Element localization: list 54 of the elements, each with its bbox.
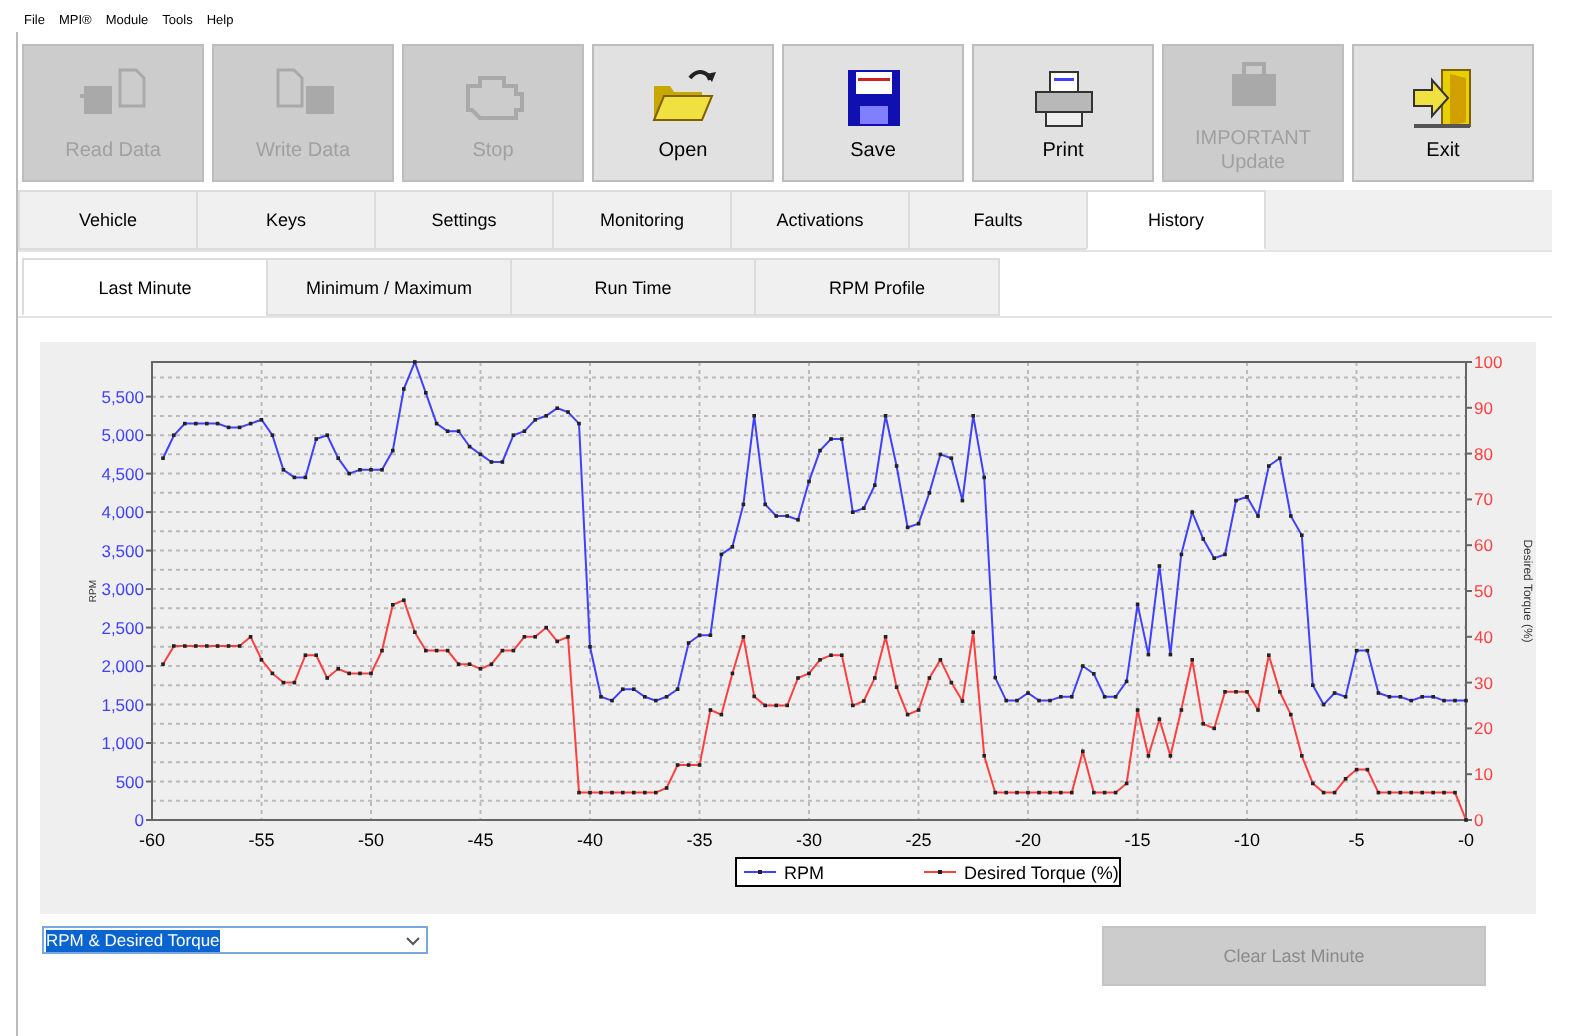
y-tick-label: 4,500 [101, 463, 144, 484]
x-tick-label: -5 [1348, 830, 1365, 850]
x-tick-label: -10 [1234, 830, 1260, 850]
y-tick-label: 2,500 [101, 617, 144, 638]
y-tick-label: 70 [1474, 489, 1493, 510]
toolbar-button[interactable]: Exit [1352, 44, 1534, 182]
y-tick-label: 2,000 [101, 656, 144, 677]
x-tick-label: -20 [1015, 830, 1041, 850]
tab[interactable]: Vehicle [18, 190, 198, 250]
toolbar-button[interactable]: Print [972, 44, 1154, 182]
x-tick-label: -15 [1124, 830, 1151, 850]
y-tick-label: 40 [1474, 626, 1493, 647]
y-tick-label: 90 [1474, 397, 1493, 418]
x-tick-label: -0 [1458, 830, 1474, 850]
y-tick-label: 5,500 [101, 386, 144, 407]
x-tick-label: -30 [796, 830, 822, 850]
x-tick-label: -25 [905, 830, 932, 850]
y-tick-label: 20 [1474, 718, 1493, 739]
tab[interactable]: Faults [908, 190, 1088, 250]
tab[interactable]: Settings [374, 190, 554, 250]
y-tick-label: 3,500 [101, 540, 144, 561]
tab[interactable]: Run Time [510, 258, 756, 316]
tab[interactable]: Activations [730, 190, 910, 250]
tab[interactable]: Keys [196, 190, 376, 250]
y-tick-label: 3,000 [101, 579, 144, 600]
y-tick-label: 50 [1474, 581, 1493, 601]
tab[interactable]: History [1086, 190, 1266, 250]
y-tick-label: 80 [1474, 443, 1493, 464]
y-tick-label: 0 [134, 810, 144, 830]
x-tick-label: -60 [139, 830, 165, 850]
y-tick-label: 5,000 [101, 425, 144, 446]
y-tick-label: 4,000 [101, 502, 144, 523]
y-tick-label: 0 [1474, 810, 1484, 830]
legend-label: Desired Torque (%) [964, 863, 1119, 883]
y-tick-label: 30 [1474, 672, 1493, 693]
x-tick-label: -55 [248, 830, 275, 850]
x-tick-label: -35 [686, 830, 713, 850]
y-tick-label: 1,000 [101, 733, 144, 754]
view-dropdown[interactable]: RPM & Desired Torque [42, 926, 428, 954]
toolbar-button[interactable]: Save [782, 44, 964, 182]
x-tick-label: -50 [358, 830, 384, 850]
x-tick-label: -45 [467, 830, 494, 850]
legend-label: RPM [784, 863, 824, 883]
y-tick-label: 60 [1474, 535, 1493, 556]
y-tick-label: 1,500 [101, 694, 144, 715]
y-tick-label: 10 [1474, 764, 1493, 785]
x-tick-label: -40 [577, 830, 603, 850]
y-tick-label: 500 [115, 771, 144, 792]
tab[interactable]: RPM Profile [754, 258, 1000, 316]
tab[interactable]: Minimum / Maximum [266, 258, 512, 316]
tab[interactable]: Last Minute [22, 258, 268, 316]
toolbar-button[interactable]: Open [592, 44, 774, 182]
y-tick-label: 100 [1474, 352, 1503, 372]
tab[interactable]: Monitoring [552, 190, 732, 250]
